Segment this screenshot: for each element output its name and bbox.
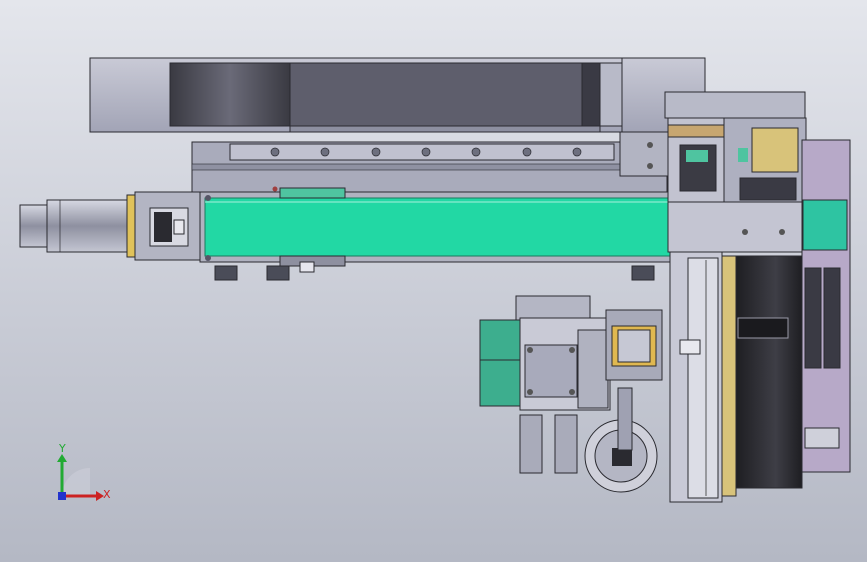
guide-rail-plate[interactable] [191, 131, 669, 193]
side-panel[interactable] [801, 139, 851, 473]
servo-motor[interactable] [19, 194, 136, 258]
coordinate-triad: X Y [57, 442, 111, 501]
lower-brackets [519, 414, 578, 474]
y-axis-label: Y [58, 442, 66, 455]
module-feet [214, 265, 655, 281]
x-axis-label: X [103, 488, 111, 501]
cad-viewport[interactable]: X Y [0, 0, 867, 562]
top-cover-assembly[interactable] [89, 57, 706, 133]
z-axis-marker [58, 492, 66, 500]
coupling-housing[interactable] [134, 191, 201, 261]
drum-roller[interactable] [735, 255, 803, 489]
gantry-top-block[interactable] [664, 91, 807, 203]
stepper-gear-motor[interactable] [479, 295, 611, 411]
y-arrow-head [57, 454, 67, 462]
linear-module-body[interactable] [199, 186, 671, 273]
